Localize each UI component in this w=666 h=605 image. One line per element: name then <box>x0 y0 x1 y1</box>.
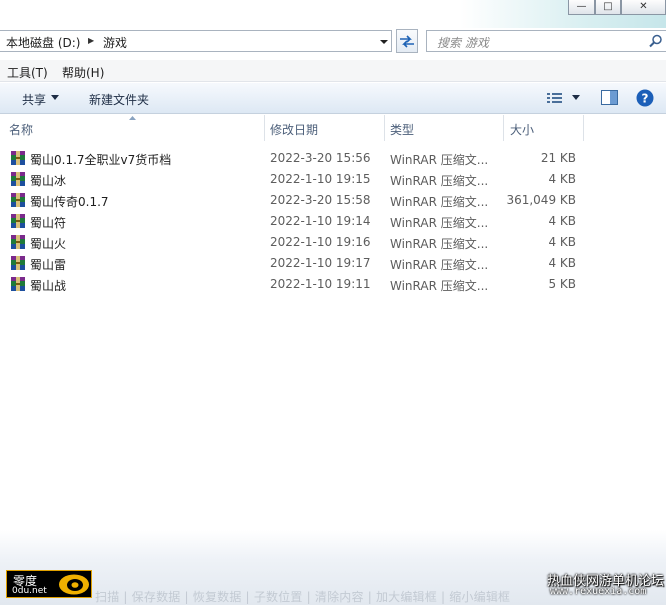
file-name: 蜀山冰 <box>30 174 67 188</box>
winrar-archive-icon <box>11 172 25 186</box>
breadcrumb-drive[interactable]: 本地磁盘 (D:) <box>6 34 80 51</box>
file-modified: 2022-3-20 15:56 <box>270 151 371 165</box>
share-button[interactable]: 共享 <box>22 91 46 108</box>
file-size: 5 KB <box>548 277 576 291</box>
file-size: 4 KB <box>548 235 576 249</box>
file-row[interactable]: 蜀山冰 2022-1-10 19:15 WinRAR 压缩文... 4 KB <box>0 169 666 190</box>
file-modified: 2022-1-10 19:16 <box>270 235 371 249</box>
file-size: 21 KB <box>540 151 576 165</box>
menu-tools[interactable]: 工具(T) <box>7 64 48 81</box>
svg-text:?: ? <box>642 92 649 106</box>
view-dropdown-icon[interactable] <box>572 95 581 101</box>
title-bar: — □ ✕ <box>0 0 666 28</box>
file-type: WinRAR 压缩文... <box>390 237 489 251</box>
overlay-toolbar-text: 扫描 | 保存数据 | 恢复数据 | 子数位置 | 清除内容 | 加大编辑框 |… <box>95 590 511 604</box>
breadcrumb-folder[interactable]: 游戏 <box>103 34 127 51</box>
file-name: 蜀山传奇0.1.7 <box>30 195 109 209</box>
file-name: 蜀山0.1.7全职业v7货币档 <box>30 153 172 167</box>
file-row[interactable]: 蜀山传奇0.1.7 2022-3-20 15:58 WinRAR 压缩文... … <box>0 190 666 211</box>
winrar-archive-icon <box>11 214 25 228</box>
winrar-archive-icon <box>11 277 25 291</box>
winrar-archive-icon <box>11 193 25 207</box>
file-row[interactable]: 蜀山符 2022-1-10 19:14 WinRAR 压缩文... 4 KB <box>0 211 666 232</box>
file-size: 361,049 KB <box>506 193 576 207</box>
command-bar: 共享 新建文件夹 ? <box>0 83 666 114</box>
column-header: 名称 修改日期 类型 大小 <box>0 115 666 141</box>
file-size: 4 KB <box>548 172 576 186</box>
maximize-button[interactable]: □ <box>595 0 621 15</box>
chevron-down-icon <box>380 40 388 44</box>
logo-domain: 0du.net <box>12 586 47 596</box>
file-row[interactable]: 蜀山战 2022-1-10 19:11 WinRAR 压缩文... 5 KB <box>0 274 666 295</box>
file-name: 蜀山符 <box>30 216 67 230</box>
file-row[interactable]: 蜀山0.1.7全职业v7货币档 2022-3-20 15:56 WinRAR 压… <box>0 148 666 169</box>
sort-ascending-icon <box>129 116 136 120</box>
file-type: WinRAR 压缩文... <box>390 279 489 293</box>
view-options-icon[interactable] <box>547 92 565 105</box>
file-name: 蜀山战 <box>30 279 67 293</box>
new-folder-button[interactable]: 新建文件夹 <box>89 91 149 108</box>
file-name: 蜀山雷 <box>30 258 67 272</box>
search-box[interactable]: 搜索 游戏 <box>426 30 666 52</box>
winrar-archive-icon <box>11 151 25 165</box>
file-name: 蜀山火 <box>30 237 67 251</box>
preview-pane-icon[interactable] <box>601 90 619 106</box>
address-bar[interactable]: 本地磁盘 (D:) ▶ 游戏 <box>0 30 392 52</box>
file-modified: 2022-3-20 15:58 <box>270 193 371 207</box>
menu-help[interactable]: 帮助(H) <box>62 64 104 81</box>
watermark-logo: 零度 0du.net <box>6 570 92 598</box>
watermark-url: www.rexuexia.com <box>550 586 647 597</box>
file-type: WinRAR 压缩文... <box>390 195 489 209</box>
file-modified: 2022-1-10 19:11 <box>270 277 371 291</box>
column-modified[interactable]: 修改日期 <box>270 121 318 138</box>
file-type: WinRAR 压缩文... <box>390 216 489 230</box>
winrar-archive-icon <box>11 256 25 270</box>
column-divider[interactable] <box>503 115 504 141</box>
column-divider[interactable] <box>264 115 265 141</box>
file-row[interactable]: 蜀山雷 2022-1-10 19:17 WinRAR 压缩文... 4 KB <box>0 253 666 274</box>
file-modified: 2022-1-10 19:14 <box>270 214 371 228</box>
column-name[interactable]: 名称 <box>9 121 33 138</box>
file-row[interactable]: 蜀山火 2022-1-10 19:16 WinRAR 压缩文... 4 KB <box>0 232 666 253</box>
logo-emblem-icon <box>59 574 89 595</box>
address-dropdown-button[interactable] <box>376 30 392 52</box>
refresh-icon <box>400 35 414 48</box>
file-type: WinRAR 压缩文... <box>390 258 489 272</box>
breadcrumb-separator-icon[interactable]: ▶ <box>88 36 94 45</box>
search-icon[interactable] <box>649 34 663 48</box>
help-icon[interactable]: ? <box>636 89 654 107</box>
share-dropdown-icon[interactable] <box>51 95 60 101</box>
menu-bar: 工具(T) 帮助(H) <box>0 60 666 82</box>
minimize-button[interactable]: — <box>568 0 595 15</box>
file-modified: 2022-1-10 19:15 <box>270 172 371 186</box>
column-divider[interactable] <box>583 115 584 141</box>
refresh-button[interactable] <box>396 29 418 53</box>
file-type: WinRAR 压缩文... <box>390 153 489 167</box>
column-divider[interactable] <box>384 115 385 141</box>
file-type: WinRAR 压缩文... <box>390 174 489 188</box>
winrar-archive-icon <box>11 235 25 249</box>
file-size: 4 KB <box>548 214 576 228</box>
search-input[interactable]: 搜索 游戏 <box>437 34 489 51</box>
column-type[interactable]: 类型 <box>390 121 414 138</box>
close-button[interactable]: ✕ <box>621 0 666 15</box>
file-size: 4 KB <box>548 256 576 270</box>
column-size[interactable]: 大小 <box>510 121 534 138</box>
file-modified: 2022-1-10 19:17 <box>270 256 371 270</box>
